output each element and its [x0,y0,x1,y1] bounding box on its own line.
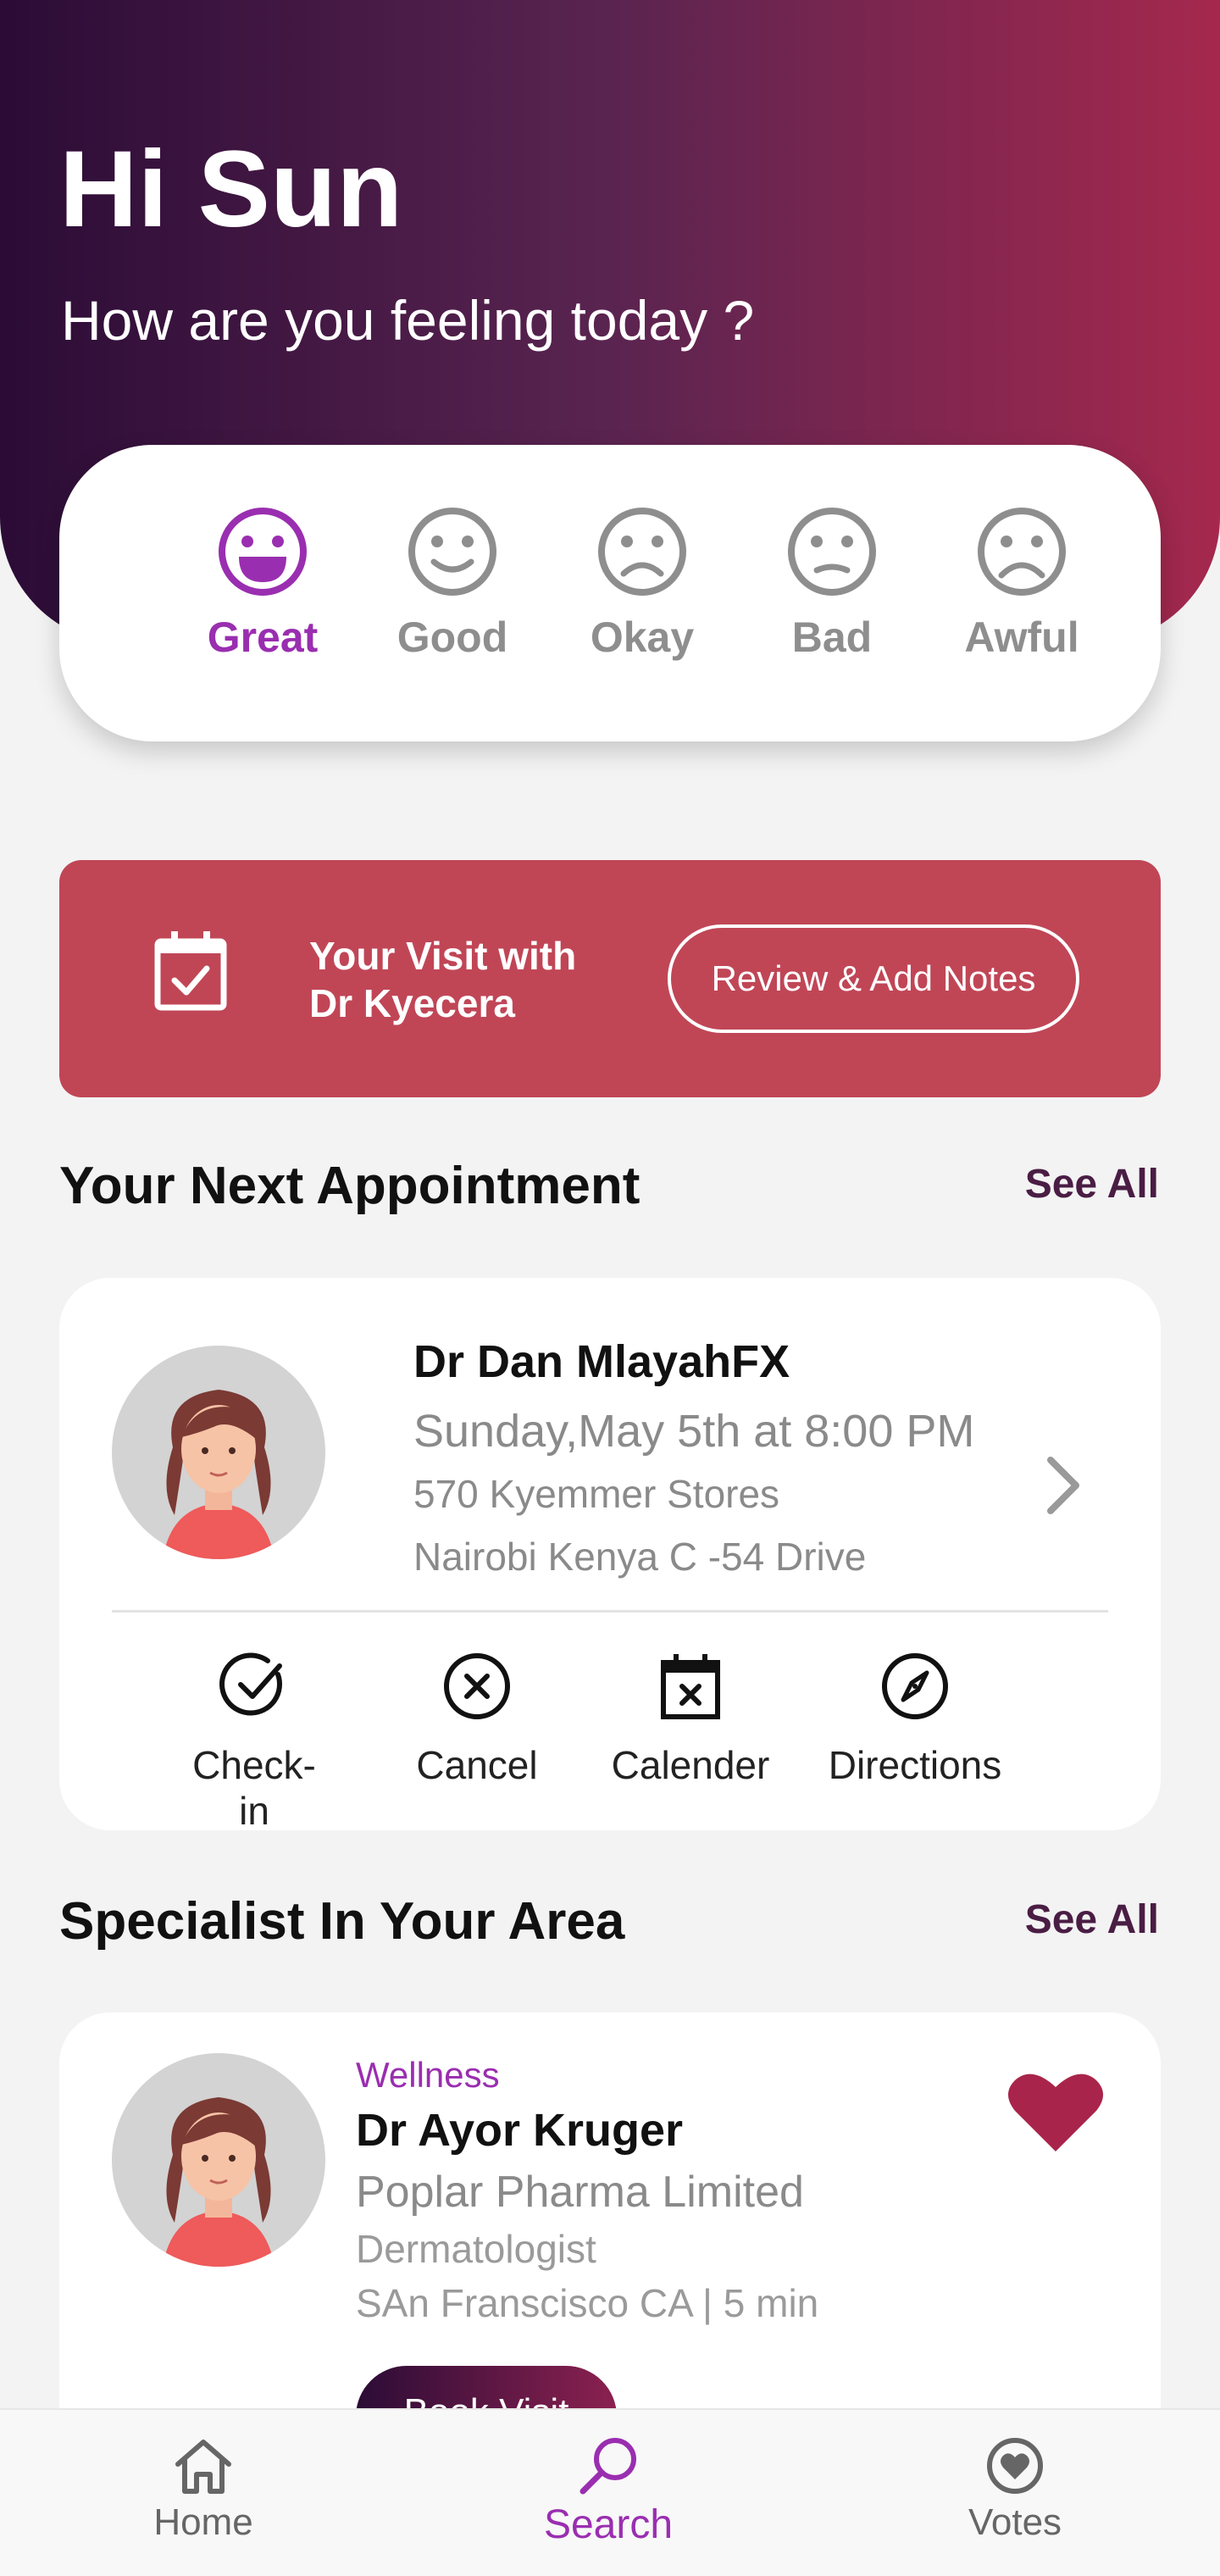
favorite-heart-icon[interactable] [1006,2070,1105,2155]
appointment-address-line1: 570 Kyemmer Stores [413,1472,780,1516]
review-add-notes-button[interactable]: Review & Add Notes [668,924,1079,1033]
home-icon [175,2440,231,2494]
directions-label: Directions [828,1743,1002,1787]
specialist-specialty: Dermatologist [356,2227,596,2271]
greeting-subtitle: How are you feeling today ? [61,289,755,352]
appointment-see-all-link[interactable]: See All [1025,1161,1159,1208]
next-appointment-title: Your Next Appointment [59,1157,640,1215]
specialist-category: Wellness [356,2055,500,2095]
good-face-icon [408,508,496,596]
chevron-right-icon[interactable] [1042,1452,1084,1519]
mood-option-okay[interactable]: Okay [549,504,735,662]
mood-label-awful: Awful [964,613,1079,661]
nav-item-votes[interactable]: Votes [913,2435,1117,2544]
nav-item-home[interactable]: Home [102,2435,305,2544]
directions-action[interactable]: Directions [822,1651,1008,1788]
calendar-label: Calender [611,1743,770,1787]
check-in-action[interactable]: Check-in [182,1651,326,1834]
okay-face-icon [598,508,686,596]
mood-label-okay: Okay [590,613,695,661]
mood-option-good[interactable]: Good [359,504,546,662]
nav-label-search: Search [543,2502,674,2547]
compass-icon [882,1653,948,1719]
mood-label-great: Great [207,613,319,661]
bad-face-icon [788,508,876,596]
cancel-label: Cancel [416,1743,538,1787]
visit-title-line1: Your Visit with [309,934,577,978]
doctor-avatar [112,1346,325,1559]
specialists-see-all-link[interactable]: See All [1025,1896,1159,1943]
visit-title: Your Visit with Dr Kyecera [309,932,631,1027]
cancel-action[interactable]: Cancel [405,1651,549,1788]
bottom-navigation: Home Search Votes [0,2408,1220,2576]
specialist-name: Dr Ayor Kruger [356,2105,684,2156]
mood-option-bad[interactable]: Bad [739,504,925,662]
visit-title-line2: Dr Kyecera [309,981,515,1025]
cancel-circle-icon [444,1653,510,1719]
awful-face-icon [978,508,1066,596]
appointment-card[interactable]: Dr Dan MlayahFX Sunday,May 5th at 8:00 P… [59,1278,1161,1833]
heart-circle-icon [987,2438,1043,2494]
card-divider [112,1610,1108,1613]
specialists-title: Specialist In Your Area [59,1892,625,1951]
greeting-title: Hi Sun [59,129,403,250]
great-face-icon [219,508,307,596]
appointment-address-line2: Nairobi Kenya C -54 Drive [413,1535,867,1579]
nav-label-votes: Votes [968,2501,1062,2543]
specialist-avatar [112,2053,325,2267]
visit-banner: Your Visit with Dr Kyecera Review & Add … [59,860,1161,1097]
nav-label-home: Home [153,2501,253,2543]
nav-item-search[interactable]: Search [507,2435,710,2548]
mood-label-bad: Bad [791,613,873,661]
calendar-x-icon [661,1654,720,1719]
mood-selector: Great Good Okay Bad Awful [59,445,1161,741]
calendar-check-icon [154,931,227,1011]
specialist-location: SAn Franscisco CA | 5 min [356,2281,819,2325]
search-icon [580,2438,636,2495]
calendar-action[interactable]: Calender [610,1651,771,1788]
appointment-datetime: Sunday,May 5th at 8:00 PM [413,1406,975,1457]
check-circle-icon [219,1652,282,1716]
specialist-organization: Poplar Pharma Limited [356,2168,804,2217]
mood-option-great[interactable]: Great [169,504,356,662]
mood-label-good: Good [396,613,508,661]
check-in-label: Check-in [192,1743,316,1833]
mood-option-awful[interactable]: Awful [929,504,1115,662]
appointment-doctor-name: Dr Dan MlayahFX [413,1336,790,1387]
